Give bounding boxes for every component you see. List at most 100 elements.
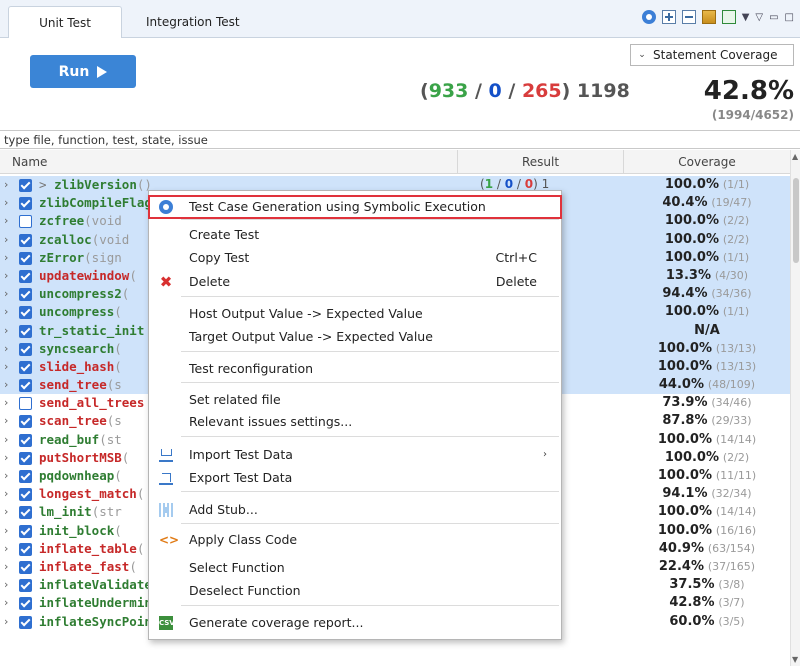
chevron-right-icon[interactable]: › xyxy=(4,214,8,227)
coverage-cell: 40.9% (63/154) xyxy=(624,541,790,556)
collapse-all-icon[interactable] xyxy=(681,10,696,24)
chevron-right-icon[interactable]: › xyxy=(4,414,8,427)
vertical-scrollbar[interactable]: ▲ ▼ xyxy=(790,150,800,666)
row-checkbox[interactable] xyxy=(19,470,32,483)
filter-input[interactable]: type file, function, test, state, issue xyxy=(0,130,800,149)
column-name[interactable]: Name xyxy=(0,150,458,174)
row-checkbox[interactable] xyxy=(19,379,32,393)
menu-item-relevant-issues-settings[interactable]: Relevant issues settings... xyxy=(149,411,561,433)
coverage-percent: 100.0% xyxy=(664,249,720,265)
chevron-right-icon[interactable]: › xyxy=(4,524,8,537)
row-checkbox[interactable] xyxy=(19,324,32,338)
coverage-type-select[interactable]: ⌄ Statement Coverage xyxy=(630,44,794,66)
row-checkbox[interactable] xyxy=(19,560,32,574)
row-checkbox[interactable] xyxy=(19,597,32,611)
menu-item-target-output-value-expected-value[interactable]: Target Output Value -> Expected Value xyxy=(149,326,561,348)
menu-item-deselect-function[interactable]: Deselect Function xyxy=(149,580,561,602)
menu-item-copy-test[interactable]: Copy Test Ctrl+C xyxy=(149,247,561,269)
chevron-right-icon[interactable]: › xyxy=(4,251,8,264)
chevron-right-icon[interactable]: › xyxy=(4,469,8,482)
chevron-right-icon[interactable]: › xyxy=(4,542,8,555)
chevron-right-icon[interactable]: › xyxy=(4,615,8,628)
row-checkbox[interactable] xyxy=(19,488,32,502)
chevron-right-icon[interactable]: › xyxy=(4,178,8,191)
chevron-right-icon[interactable]: › xyxy=(4,360,8,373)
chevron-right-icon[interactable]: › xyxy=(4,560,8,573)
row-checkbox[interactable] xyxy=(19,506,32,520)
row-checkbox[interactable] xyxy=(19,615,32,629)
chevron-right-icon[interactable]: › xyxy=(4,269,8,282)
chevron-right-icon[interactable]: › xyxy=(4,596,8,609)
menu-item-generate-coverage-report[interactable]: CSV Generate coverage report... xyxy=(149,612,561,634)
minimize-icon[interactable]: ▭ xyxy=(769,12,778,23)
menu-item-test-reconfiguration[interactable]: Test reconfiguration xyxy=(149,358,561,380)
row-checkbox[interactable] xyxy=(19,215,32,229)
row-checkbox[interactable] xyxy=(19,306,32,320)
coverage-ratio: (3/7) xyxy=(718,596,745,610)
row-checkbox[interactable] xyxy=(19,451,32,465)
row-checkbox[interactable] xyxy=(19,197,32,211)
scroll-thumb[interactable] xyxy=(793,178,799,263)
column-coverage[interactable]: Coverage xyxy=(624,150,790,174)
scroll-up-icon[interactable]: ▲ xyxy=(792,152,798,161)
chevron-right-icon[interactable]: › xyxy=(4,324,8,337)
row-checkbox[interactable] xyxy=(19,579,32,593)
run-button[interactable]: Run xyxy=(30,55,136,88)
chevron-right-icon[interactable]: › xyxy=(4,342,8,355)
row-checkbox[interactable] xyxy=(19,342,32,356)
menu-item-add-stub[interactable]: Add Stub... xyxy=(149,499,561,521)
row-checkbox[interactable] xyxy=(19,360,32,374)
menu-item-export-test-data[interactable]: Export Test Data xyxy=(149,467,561,489)
chevron-right-icon[interactable]: › xyxy=(4,451,8,464)
function-name: syncsearch( xyxy=(39,341,122,356)
menu-item-import-test-data[interactable]: Import Test Data › xyxy=(149,444,561,466)
row-checkbox[interactable] xyxy=(19,397,32,411)
menu-separator xyxy=(181,351,559,352)
row-checkbox[interactable] xyxy=(19,269,32,283)
view-menu-icon[interactable]: ▽ xyxy=(755,12,763,23)
maximize-icon[interactable]: □ xyxy=(785,12,794,23)
menu-item-test-case-generation-using-symbolic-execution[interactable]: Test Case Generation using Symbolic Exec… xyxy=(148,195,562,219)
row-checkbox[interactable] xyxy=(19,288,32,302)
function-name: lm_init(str xyxy=(39,504,122,519)
coverage-ratio: (63/154) xyxy=(707,541,756,555)
database-icon[interactable] xyxy=(701,10,716,24)
menu-item-set-related-file[interactable]: Set related file xyxy=(149,389,561,411)
menu-item-host-output-value-expected-value[interactable]: Host Output Value -> Expected Value xyxy=(149,303,561,325)
row-checkbox[interactable] xyxy=(19,251,32,265)
menu-item-select-function[interactable]: Select Function xyxy=(149,557,561,579)
sheet-icon[interactable] xyxy=(721,10,736,24)
menu-item-apply-class-code[interactable]: <> Apply Class Code xyxy=(149,529,561,551)
chevron-right-icon[interactable]: › xyxy=(4,578,8,591)
function-label: zcfree xyxy=(39,213,85,229)
scroll-down-icon[interactable]: ▼ xyxy=(792,655,798,664)
symbolic-gear-icon[interactable] xyxy=(641,10,656,24)
menu-item-delete[interactable]: ✖ Delete Delete xyxy=(149,271,561,293)
row-checkbox[interactable] xyxy=(19,433,32,447)
coverage-cell: 100.0% (1/1) xyxy=(624,250,790,265)
row-checkbox[interactable] xyxy=(19,233,32,247)
chevron-right-icon[interactable]: › xyxy=(4,433,8,446)
tab-integration-test[interactable]: Integration Test xyxy=(128,6,258,38)
dropdown-caret-icon[interactable]: ▼ xyxy=(742,12,750,23)
run-label: Run xyxy=(58,63,90,80)
row-checkbox[interactable] xyxy=(19,179,32,192)
row-checkbox[interactable] xyxy=(19,524,32,538)
chevron-right-icon[interactable]: › xyxy=(4,505,8,518)
chevron-right-icon[interactable]: › xyxy=(4,196,8,209)
chevron-right-icon[interactable]: › xyxy=(4,233,8,246)
coverage-ratio: (2/2) xyxy=(722,214,750,228)
column-result[interactable]: Result xyxy=(458,150,624,174)
coverage-ratio: (2/2) xyxy=(722,232,750,246)
chevron-right-icon[interactable]: › xyxy=(4,305,8,318)
expand-all-icon[interactable] xyxy=(661,10,676,24)
chevron-right-icon[interactable]: › xyxy=(4,487,8,500)
chevron-right-icon[interactable]: › xyxy=(4,396,8,409)
tab-unit-test[interactable]: Unit Test xyxy=(8,6,122,38)
function-signature: ( xyxy=(114,522,122,538)
chevron-right-icon[interactable]: › xyxy=(4,378,8,391)
row-checkbox[interactable] xyxy=(19,415,32,429)
chevron-right-icon[interactable]: › xyxy=(4,287,8,300)
row-checkbox[interactable] xyxy=(19,542,32,556)
menu-item-create-test[interactable]: Create Test xyxy=(149,224,561,246)
